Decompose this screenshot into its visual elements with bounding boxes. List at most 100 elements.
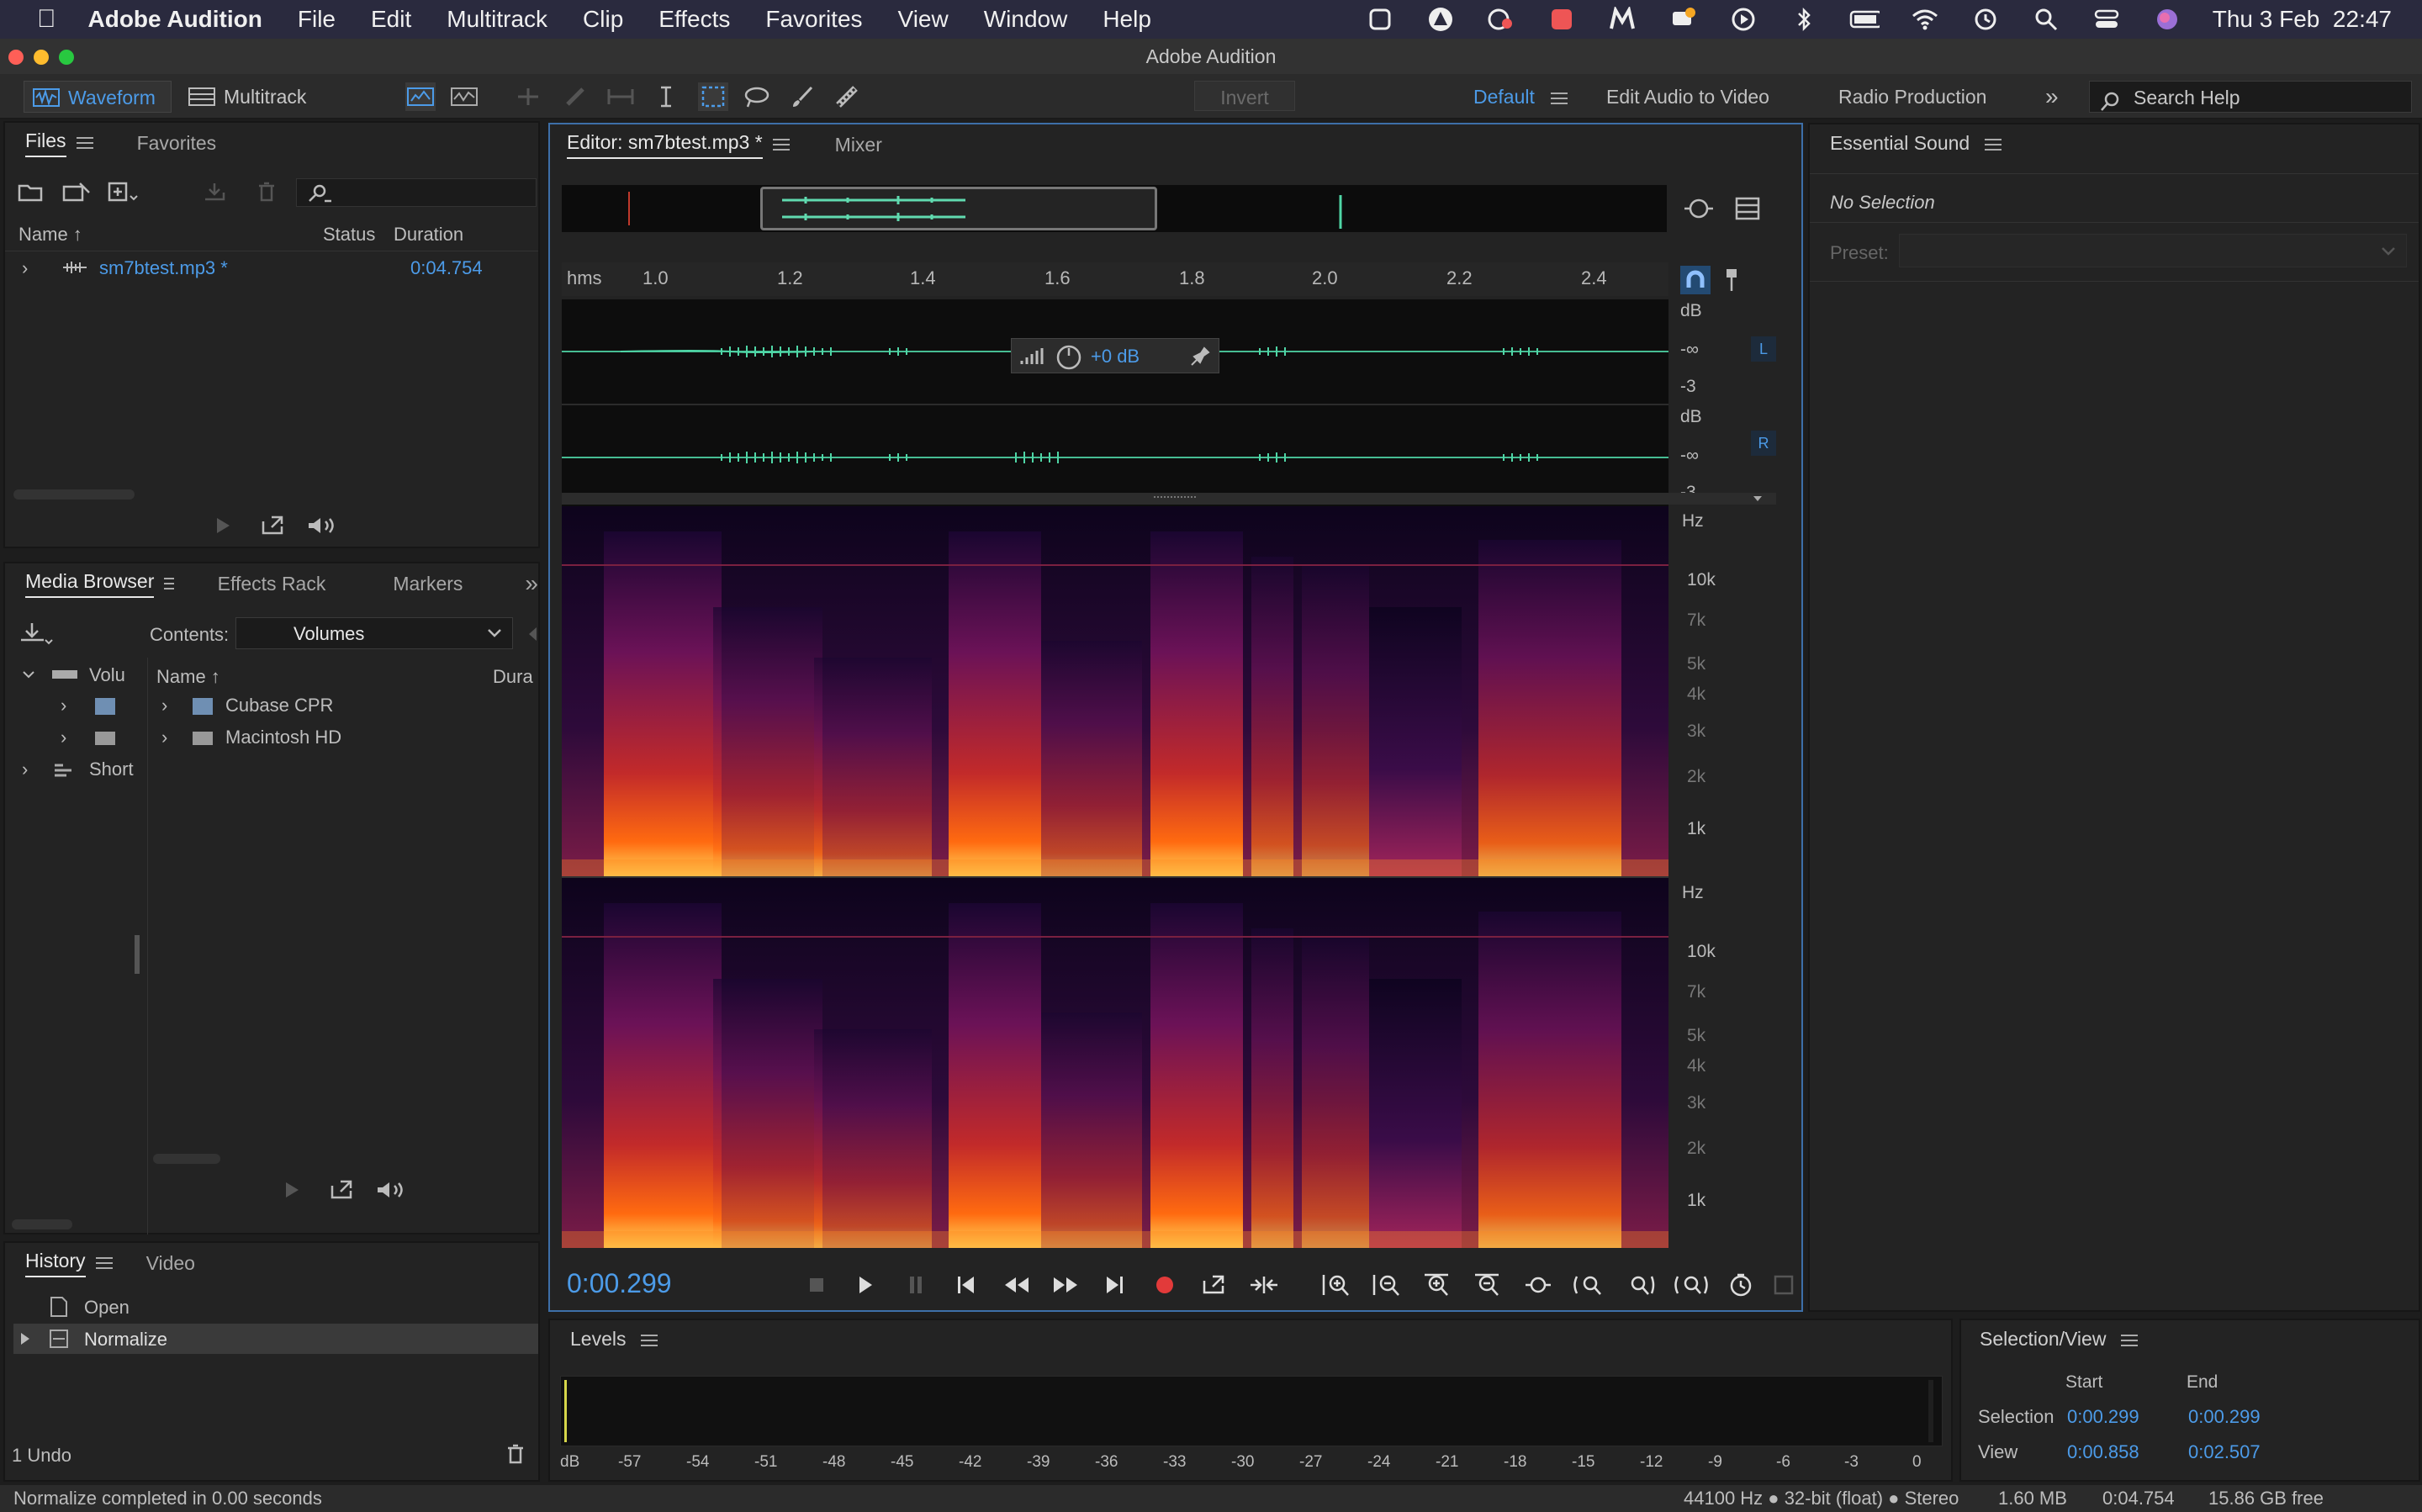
col-header-duration[interactable]: Duration	[394, 224, 463, 246]
files-play-icon[interactable]	[210, 513, 235, 538]
col-header-name[interactable]: Name ↑	[19, 224, 82, 246]
media-col-duration[interactable]: Dura	[493, 666, 533, 688]
history-item-open[interactable]: Open	[13, 1292, 538, 1322]
spotlight-search-icon[interactable]	[2031, 7, 2061, 32]
expand-arrow-icon[interactable]: ›	[161, 695, 167, 716]
time-ruler[interactable]: hms 1.0 1.2 1.4 1.6 1.8 2.0 2.2 2.4	[562, 262, 1668, 296]
selection-view-title[interactable]: Selection/View	[1980, 1328, 2106, 1354]
lasso-selection-tool-icon[interactable]	[742, 82, 772, 111]
hud-gain-value[interactable]: +0 dB	[1091, 346, 1140, 367]
menu-edit[interactable]: Edit	[371, 6, 411, 33]
delete-file-icon[interactable]	[254, 180, 279, 204]
tab-history[interactable]: History	[25, 1250, 86, 1277]
tab-files[interactable]: Files	[25, 130, 66, 157]
time-machine-icon[interactable]	[1970, 7, 2001, 32]
essential-sound-menu-icon[interactable]	[1985, 139, 2002, 151]
zoom-both-points-icon[interactable]	[1672, 1271, 1711, 1298]
channel-right-toggle[interactable]: R	[1751, 431, 1776, 456]
snap-magnet-icon[interactable]	[1680, 266, 1711, 294]
pitch-display-icon[interactable]	[449, 82, 479, 111]
status-triangle-icon[interactable]	[1425, 7, 1456, 32]
menu-view[interactable]: View	[898, 6, 949, 33]
tree-item-cubase[interactable]: ›	[5, 690, 146, 722]
workspace-menu-icon[interactable]	[1551, 93, 1568, 104]
zoom-out-amplitude-icon[interactable]	[1371, 1271, 1403, 1298]
media-col-name[interactable]: Name ↑	[156, 666, 220, 688]
marquee-selection-tool-icon[interactable]	[698, 82, 728, 111]
files-autoplay-icon[interactable]	[304, 513, 341, 538]
selection-view-menu-icon[interactable]	[2121, 1335, 2139, 1346]
files-loop-icon[interactable]	[259, 513, 288, 538]
marker-pin-icon[interactable]	[1719, 266, 1744, 294]
tab-effects-rack[interactable]: Effects Rack	[218, 573, 326, 595]
menu-effects[interactable]: Effects	[658, 6, 730, 33]
control-center-icon[interactable]	[2091, 7, 2122, 32]
media-panel-menu-icon[interactable]	[164, 578, 174, 589]
status-notification-icon[interactable]	[1668, 7, 1698, 32]
menu-app-name[interactable]: Adobe Audition	[88, 6, 262, 33]
volume-knob-icon[interactable]	[1055, 344, 1082, 371]
pin-icon[interactable]	[1188, 346, 1212, 367]
file-row[interactable]: › sm7btest.mp3 * 0:04.754	[5, 252, 538, 281]
levels-menu-icon[interactable]	[641, 1335, 658, 1346]
time-selection-tool-icon[interactable]	[651, 82, 681, 111]
tab-media-browser[interactable]: Media Browser	[25, 570, 155, 598]
col-header-status[interactable]: Status	[323, 224, 375, 246]
zoom-to-selection-icon[interactable]	[1571, 1271, 1605, 1298]
expand-arrow-icon[interactable]: ›	[61, 695, 66, 716]
zoom-out-time-icon[interactable]	[1472, 1271, 1504, 1298]
play-icon[interactable]	[853, 1271, 878, 1298]
tab-video[interactable]: Video	[146, 1252, 195, 1275]
panel-overflow-icon[interactable]: »	[525, 570, 538, 597]
tree-splitter[interactable]	[135, 935, 140, 974]
status-m-icon[interactable]	[1607, 7, 1637, 32]
multitrack-view-button[interactable]: Multitrack	[180, 81, 328, 113]
tree-scrollbar[interactable]	[12, 1219, 72, 1229]
tree-item-shortcuts[interactable]: › Short	[5, 753, 146, 785]
files-horizontal-scrollbar[interactable]	[13, 489, 135, 500]
search-help-input[interactable]: Search Help	[2089, 81, 2412, 113]
file-name[interactable]: sm7btest.mp3 *	[99, 257, 228, 279]
pause-icon[interactable]	[903, 1271, 928, 1298]
display-options-icon[interactable]	[1732, 193, 1763, 224]
zoom-in-amplitude-icon[interactable]	[1320, 1271, 1352, 1298]
move-tool-icon[interactable]	[513, 82, 543, 111]
tree-item-macintosh[interactable]: ›	[5, 722, 146, 753]
open-file-icon[interactable]	[17, 180, 45, 204]
menu-window[interactable]: Window	[984, 6, 1068, 33]
waveform-view-button[interactable]: Waveform	[24, 81, 172, 113]
media-loop-icon[interactable]	[328, 1177, 357, 1203]
status-app-icon[interactable]	[1365, 7, 1395, 32]
essential-sound-title[interactable]: Essential Sound	[1830, 132, 1970, 158]
status-play-icon[interactable]	[1728, 7, 1758, 32]
workspace-default[interactable]: Default	[1473, 81, 1535, 113]
expand-arrow-icon[interactable]: ›	[22, 257, 28, 279]
spectral-frequency-display[interactable]	[562, 506, 1668, 1248]
files-panel-menu-icon[interactable]	[76, 137, 93, 149]
expand-arrow-icon[interactable]: ›	[61, 727, 66, 748]
tree-item-volumes[interactable]: Volu	[5, 658, 146, 690]
splitter-arrow-icon[interactable]	[1748, 493, 1768, 505]
clip-indicator[interactable]	[1928, 1380, 1933, 1442]
collapse-left-icon[interactable]	[526, 626, 538, 642]
brush-selection-tool-icon[interactable]	[787, 82, 817, 111]
menu-favorites[interactable]: Favorites	[765, 6, 862, 33]
workspace-radio-production[interactable]: Radio Production	[1838, 81, 1986, 113]
expand-arrow-icon[interactable]: ›	[161, 727, 167, 748]
zoom-in-time-icon[interactable]	[1421, 1271, 1453, 1298]
history-item-normalize[interactable]: Normalize	[13, 1324, 538, 1354]
levels-title[interactable]: Levels	[570, 1328, 626, 1354]
menubar-clock[interactable]: Thu 3 Feb 22:47	[2213, 6, 2392, 33]
apple-icon[interactable]: 	[37, 5, 56, 34]
waveform-area[interactable]: +0 dB	[562, 299, 1668, 511]
media-autoplay-icon[interactable]	[373, 1177, 410, 1203]
workspace-edit-audio-to-video[interactable]: Edit Audio to Video	[1606, 81, 1769, 113]
list-item[interactable]: › Cubase CPR	[150, 690, 538, 722]
import-file-icon[interactable]	[61, 180, 93, 204]
overview-bar[interactable]	[562, 185, 1667, 232]
view-end-field[interactable]: 0:02.507	[2188, 1441, 2261, 1463]
status-badge-icon[interactable]	[1547, 7, 1577, 32]
loop-playback-icon[interactable]	[1199, 1271, 1230, 1298]
menu-help[interactable]: Help	[1103, 6, 1151, 33]
window-close-button[interactable]	[8, 50, 24, 65]
